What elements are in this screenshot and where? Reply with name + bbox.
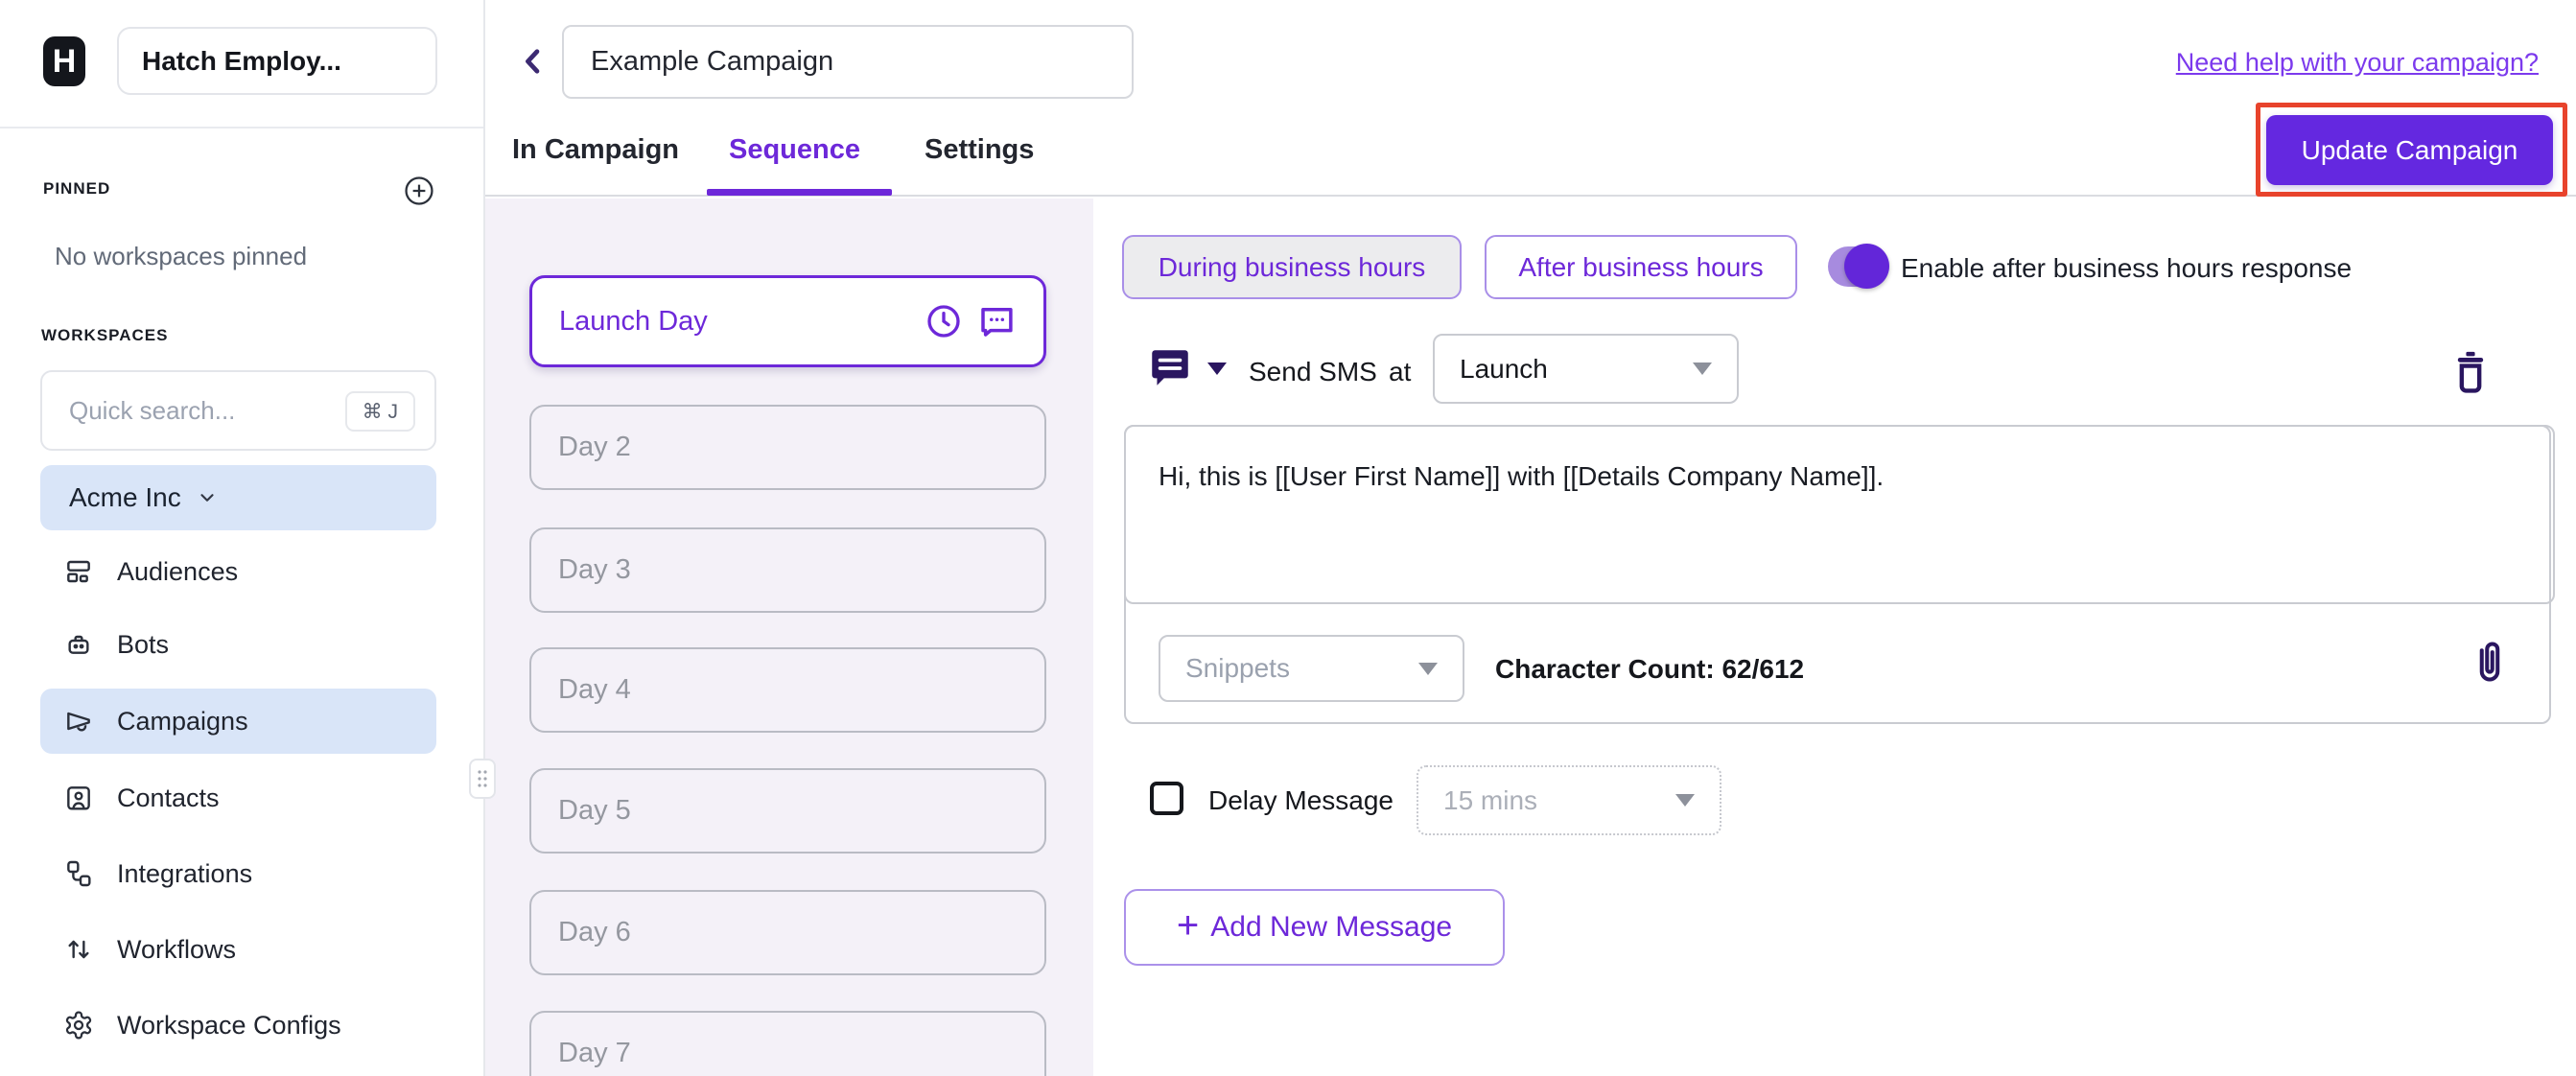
arrows-up-down-icon: [63, 934, 94, 965]
workspace-title-button[interactable]: Hatch Employ...: [117, 27, 437, 95]
message-body-textarea[interactable]: Hi, this is [[User First Name]] with [[D…: [1124, 425, 2555, 604]
day-card-label: Day 2: [558, 432, 631, 463]
send-type-label: Send SMS: [1249, 357, 1377, 387]
delay-duration-select[interactable]: 15 mins: [1417, 765, 1721, 835]
day-card-label: Day 6: [558, 917, 631, 948]
tab-settings[interactable]: Settings: [925, 129, 1034, 171]
org-selector[interactable]: Acme Inc: [40, 465, 436, 530]
chevron-left-icon: [515, 43, 551, 80]
help-link[interactable]: Need help with your campaign?: [2176, 48, 2539, 78]
day-card-label: Day 5: [558, 795, 631, 827]
sidebar-item-label: Workspace Configs: [117, 1011, 341, 1041]
day-card-day-3[interactable]: Day 3: [529, 527, 1046, 613]
workspaces-section-label: WORKSPACES: [41, 326, 168, 345]
message-editor-panel: During business hours After business hou…: [1093, 199, 2576, 1076]
character-count: Character Count: 62/612: [1495, 654, 1804, 685]
org-name: Acme Inc: [69, 482, 181, 513]
plus-icon: +: [1177, 906, 1199, 945]
at-label: at: [1389, 357, 1411, 387]
tab-sequence[interactable]: Sequence: [729, 129, 860, 171]
plus-circle-icon: [403, 175, 435, 207]
sidebar-item-label: Contacts: [117, 784, 220, 813]
during-business-hours-button[interactable]: During business hours: [1122, 235, 1462, 299]
day-card-icons: [925, 301, 1017, 341]
update-campaign-button[interactable]: Update Campaign: [2266, 115, 2553, 185]
message-card: Hi, this is [[User First Name]] with [[D…: [1124, 425, 2551, 724]
after-hours-toggle-label: Enable after business hours response: [1901, 253, 2352, 284]
sms-message-icon: [1146, 344, 1194, 392]
clock-icon: [925, 302, 963, 340]
sidebar: H Hatch Employ... PINNED No workspaces p…: [0, 0, 485, 1076]
quick-search-box: ⌘ J: [40, 370, 436, 451]
chevron-down-icon: [1693, 363, 1712, 375]
chevron-down-icon: [1207, 363, 1227, 375]
chevron-down-icon: [197, 487, 218, 508]
add-pinned-button[interactable]: [403, 175, 435, 207]
pinned-empty-text: No workspaces pinned: [55, 242, 307, 271]
sidebar-item-bots[interactable]: Bots: [40, 612, 436, 677]
chat-bubble-icon: [976, 301, 1017, 341]
after-business-hours-button[interactable]: After business hours: [1485, 235, 1797, 299]
sidebar-item-campaigns[interactable]: Campaigns: [40, 689, 436, 754]
after-hours-toggle[interactable]: [1828, 246, 1887, 287]
day-card-label: Launch Day: [559, 306, 708, 338]
sidebar-resize-handle[interactable]: [469, 759, 496, 799]
add-new-message-button[interactable]: + Add New Message: [1124, 889, 1505, 966]
delay-message-label: Delay Message: [1208, 785, 1393, 816]
day-card-label: Day 7: [558, 1038, 631, 1069]
sidebar-item-contacts[interactable]: Contacts: [40, 765, 436, 830]
sidebar-item-label: Audiences: [117, 557, 238, 587]
sidebar-item-workflows[interactable]: Workflows: [40, 917, 436, 982]
sidebar-item-label: Campaigns: [117, 707, 248, 737]
day-card-day-4[interactable]: Day 4: [529, 647, 1046, 733]
campaign-name-input[interactable]: [562, 25, 1134, 99]
chevron-down-icon: [1418, 663, 1438, 675]
sidebar-divider: [0, 127, 483, 129]
day-card-day-7[interactable]: Day 7: [529, 1011, 1046, 1076]
message-type-dropdown[interactable]: [1146, 344, 1227, 392]
megaphone-icon: [63, 706, 94, 737]
delay-duration-value: 15 mins: [1443, 785, 1537, 816]
sequence-day-list: Launch Day Day 2 Day 3 Day 4 Day 5 Day 6…: [485, 199, 1093, 1076]
day-card-label: Day 4: [558, 674, 631, 706]
pinned-section-label: PINNED: [43, 179, 110, 199]
sidebar-item-workspace-configs[interactable]: Workspace Configs: [40, 993, 436, 1058]
attach-file-button[interactable]: [2469, 636, 2515, 693]
search-shortcut-badge: ⌘ J: [345, 391, 415, 432]
audiences-icon: [63, 556, 94, 587]
back-button[interactable]: [512, 40, 554, 82]
gear-icon: [63, 1010, 94, 1041]
snippets-select[interactable]: Snippets: [1159, 635, 1464, 702]
snippets-placeholder: Snippets: [1185, 653, 1290, 684]
toggle-knob: [1844, 244, 1889, 289]
day-card-launch-day[interactable]: Launch Day: [529, 275, 1046, 367]
delay-message-checkbox[interactable]: [1150, 782, 1183, 815]
add-new-message-label: Add New Message: [1210, 911, 1452, 944]
sidebar-item-audiences[interactable]: Audiences: [40, 539, 436, 604]
day-card-day-2[interactable]: Day 2: [529, 405, 1046, 490]
send-at-select[interactable]: Launch: [1433, 334, 1739, 404]
page-header: In Campaign Sequence Settings Need help …: [485, 0, 2576, 197]
bot-icon: [63, 629, 94, 660]
hatch-logo[interactable]: H: [43, 36, 85, 86]
sidebar-item-integrations[interactable]: Integrations: [40, 841, 436, 906]
active-tab-indicator: [707, 189, 892, 196]
day-card-day-5[interactable]: Day 5: [529, 768, 1046, 854]
trash-icon: [2449, 347, 2492, 397]
paperclip-icon: [2469, 636, 2511, 691]
sidebar-item-label: Workflows: [117, 935, 236, 965]
day-card-label: Day 3: [558, 554, 631, 586]
tab-in-campaign[interactable]: In Campaign: [512, 129, 679, 171]
sidebar-item-label: Bots: [117, 630, 169, 660]
delete-message-button[interactable]: [2449, 347, 2492, 397]
app-window: H Hatch Employ... PINNED No workspaces p…: [0, 0, 2576, 1076]
grip-dots-icon: [476, 767, 489, 790]
sidebar-item-label: Integrations: [117, 859, 252, 889]
contact-card-icon: [63, 783, 94, 813]
integrations-icon: [63, 858, 94, 889]
send-at-value: Launch: [1460, 354, 1548, 385]
chevron-down-icon: [1675, 794, 1695, 807]
day-card-day-6[interactable]: Day 6: [529, 890, 1046, 975]
